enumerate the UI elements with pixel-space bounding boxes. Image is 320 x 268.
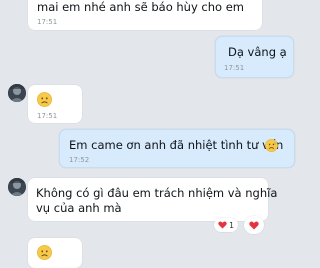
message-text: mai em nhé anh sẽ báo hùy cho em xyxy=(37,0,244,14)
sad-face-icon xyxy=(37,245,52,260)
reaction-count-badge[interactable]: 1 xyxy=(214,218,238,232)
message-time: 17:52 xyxy=(69,156,90,164)
sender-avatar[interactable] xyxy=(8,178,26,196)
sad-face-icon xyxy=(37,92,52,107)
message-time: 17:51 xyxy=(37,112,58,120)
sender-avatar[interactable] xyxy=(8,84,26,102)
heart-icon xyxy=(218,221,227,229)
heart-icon xyxy=(249,221,259,229)
message-time: 17:51 xyxy=(37,18,58,26)
message-bubble-outgoing[interactable]: Dạ vâng ạ 17:51 xyxy=(215,36,294,78)
message-bubble-incoming[interactable]: 17:51 xyxy=(28,85,82,123)
message-bubble-incoming[interactable] xyxy=(28,238,82,268)
sad-face-icon xyxy=(265,139,278,152)
react-heart-button[interactable] xyxy=(244,216,264,234)
reaction-count: 1 xyxy=(228,220,235,230)
message-time: 17:51 xyxy=(224,64,245,72)
message-bubble-incoming[interactable]: Không có gì đâu em trách nhiệm và nghĩa … xyxy=(28,178,277,221)
message-text: Em came ơn anh đã nhiệt tình tư vấn xyxy=(69,138,284,152)
message-bubble-outgoing[interactable]: Em came ơn anh đã nhiệt tình tư vấn 17:5… xyxy=(59,129,295,168)
message-bubble-incoming[interactable]: mai em nhé anh sẽ báo hùy cho em 17:51 xyxy=(28,0,262,30)
message-text: Dạ vâng ạ xyxy=(228,45,287,59)
message-text-line-2: vụ của anh mà xyxy=(36,201,122,215)
message-text-line-1: Không có gì đâu em trách nhiệm và nghĩa xyxy=(36,186,278,200)
